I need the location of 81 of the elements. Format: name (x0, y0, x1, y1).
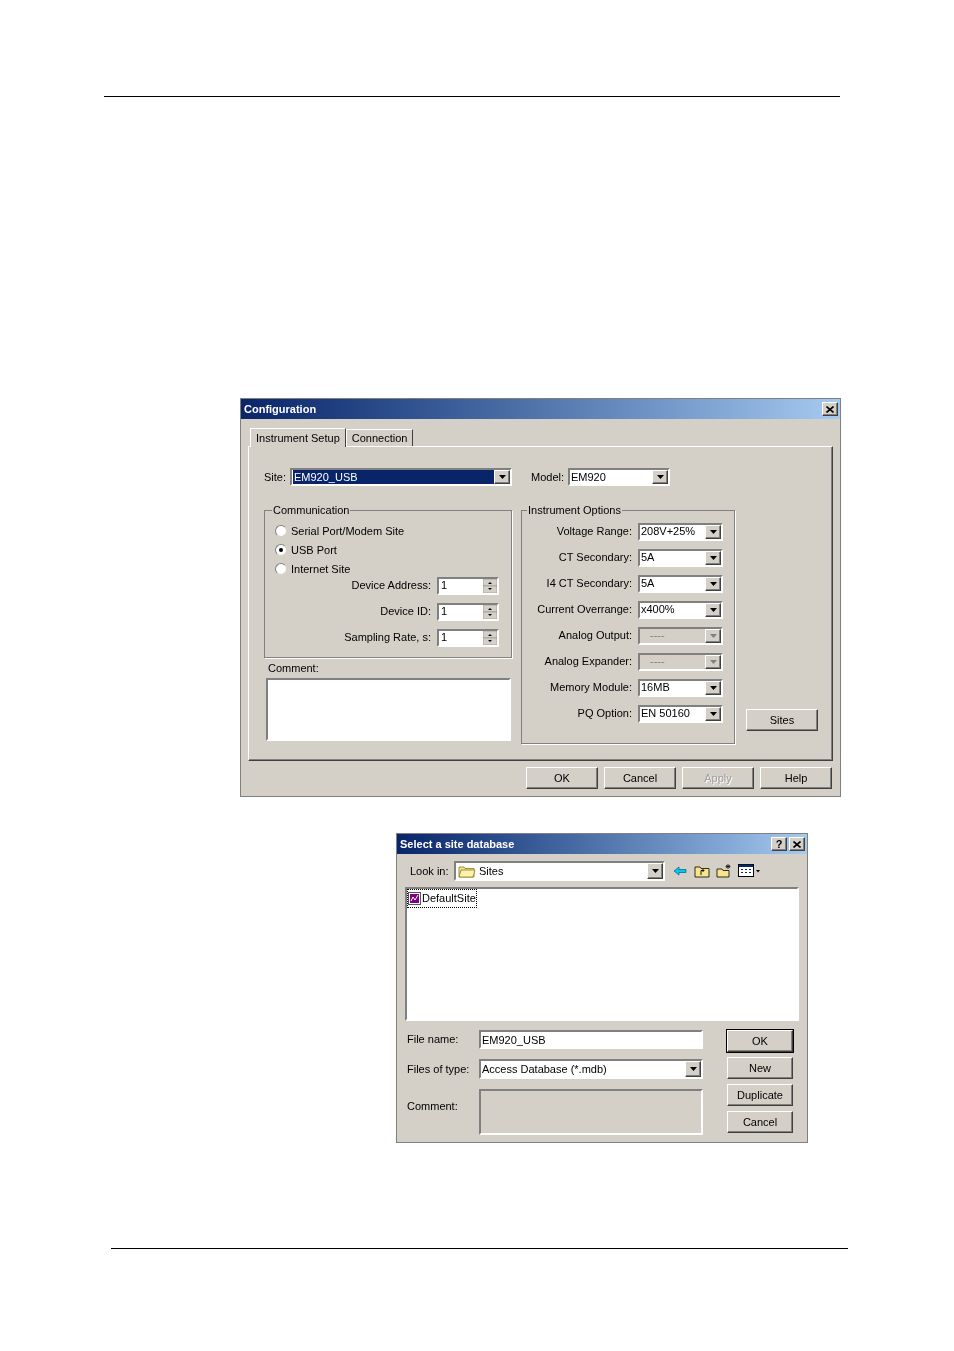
spinner-arrows-icon (483, 630, 497, 645)
number-field[interactable]: 1 (437, 628, 499, 647)
dialog-button[interactable]: Help (760, 767, 832, 789)
radio-label: USB Port (291, 542, 337, 558)
field-label: Comment: (407, 1099, 459, 1114)
number-field[interactable]: 1 (437, 602, 499, 621)
caret-icon (709, 581, 717, 586)
dialog-button[interactable]: Cancel (727, 1111, 793, 1133)
field-label: Memory Module: (550, 680, 632, 696)
dialog-button[interactable]: OK (727, 1030, 793, 1052)
caret-icon (709, 529, 717, 534)
folder-up-icon[interactable] (694, 864, 710, 878)
dropdown-field[interactable]: 5A (638, 548, 723, 567)
field-label: Device Address: (351, 578, 431, 594)
new-folder-icon[interactable] (716, 864, 732, 878)
field-label: Comment: (268, 662, 320, 675)
field-label: Sampling Rate, s: (344, 630, 431, 646)
field-label: PQ Option: (577, 706, 632, 722)
group-title: Instrument Options (527, 503, 622, 518)
caret-icon (498, 475, 506, 479)
field-label: Device ID: (380, 604, 431, 620)
dropdown-field[interactable]: 16MB (638, 678, 723, 697)
field-label: Look in: (410, 863, 450, 879)
dropdown-field[interactable]: 5A (638, 574, 723, 593)
close-icon (826, 405, 834, 413)
dialog-button[interactable]: Sites (746, 709, 818, 731)
group-title: Communication (272, 503, 351, 518)
dropdown-field[interactable]: EM920_USB (290, 468, 512, 486)
number-field[interactable]: 1 (437, 576, 499, 595)
dropdown-field[interactable]: EM920 (568, 468, 670, 486)
field-label: I4 CT Secondary: (546, 576, 632, 592)
caret-icon (656, 475, 664, 479)
comment-field[interactable] (266, 678, 511, 741)
caret-icon (709, 633, 717, 638)
spinner-arrows-icon (483, 604, 497, 619)
dialog-button[interactable]: New (727, 1057, 793, 1079)
caret-icon (651, 869, 659, 873)
dropdown-field[interactable]: EN 50160 (638, 704, 723, 723)
field-label: File name: (407, 1032, 460, 1048)
view-menu-icon[interactable] (738, 864, 761, 878)
field-label: Site: (264, 469, 287, 485)
tab[interactable]: Instrument Setup (250, 428, 346, 447)
radio-button[interactable] (275, 563, 287, 575)
field-label: Analog Expander: (544, 654, 632, 670)
caret-icon (709, 711, 717, 716)
radio-label: Internet Site (291, 561, 351, 577)
radio-label: Serial Port/Modem Site (291, 523, 405, 539)
dropdown-field[interactable]: x400% (638, 600, 723, 619)
field-label: Current Overrange: (537, 602, 632, 618)
field-label: Voltage Range: (556, 524, 632, 540)
caret-icon (689, 1067, 697, 1071)
back-arrow-icon[interactable] (672, 864, 688, 878)
close-button[interactable] (789, 837, 805, 851)
dropdown-field[interactable]: Access Database (*.mdb) (479, 1059, 703, 1079)
dropdown-field[interactable]: 208V+25% (638, 522, 723, 541)
close-button[interactable] (822, 402, 838, 416)
dialog-button[interactable]: Duplicate (727, 1084, 793, 1106)
file-name-field[interactable]: EM920_USB (479, 1030, 703, 1049)
field-label: Model: (531, 469, 566, 485)
field-label: CT Secondary: (558, 550, 632, 566)
field-label: Analog Output: (558, 628, 632, 644)
spinner-arrows-icon (483, 578, 497, 593)
dialog-button[interactable]: Cancel (604, 767, 676, 789)
help-button[interactable]: ? (771, 837, 787, 851)
database-file-icon (408, 891, 421, 905)
caret-icon (709, 685, 717, 690)
radio-button[interactable] (275, 525, 287, 537)
window-title: Select a site database (399, 836, 515, 852)
dialog-button[interactable]: OK (526, 767, 598, 789)
file-item[interactable]: DefaultSite (408, 890, 476, 907)
tab[interactable]: Connection (345, 429, 414, 446)
field-label: Files of type: (407, 1061, 471, 1077)
folder-icon (458, 864, 476, 878)
radio-button[interactable] (275, 544, 287, 556)
caret-icon (709, 659, 717, 664)
dropdown-field[interactable]: Sites (454, 861, 665, 881)
comment-field[interactable] (479, 1089, 703, 1135)
close-icon (793, 840, 801, 848)
window-title: Configuration (243, 401, 317, 417)
caret-icon (709, 555, 717, 560)
caret-icon (709, 607, 717, 612)
